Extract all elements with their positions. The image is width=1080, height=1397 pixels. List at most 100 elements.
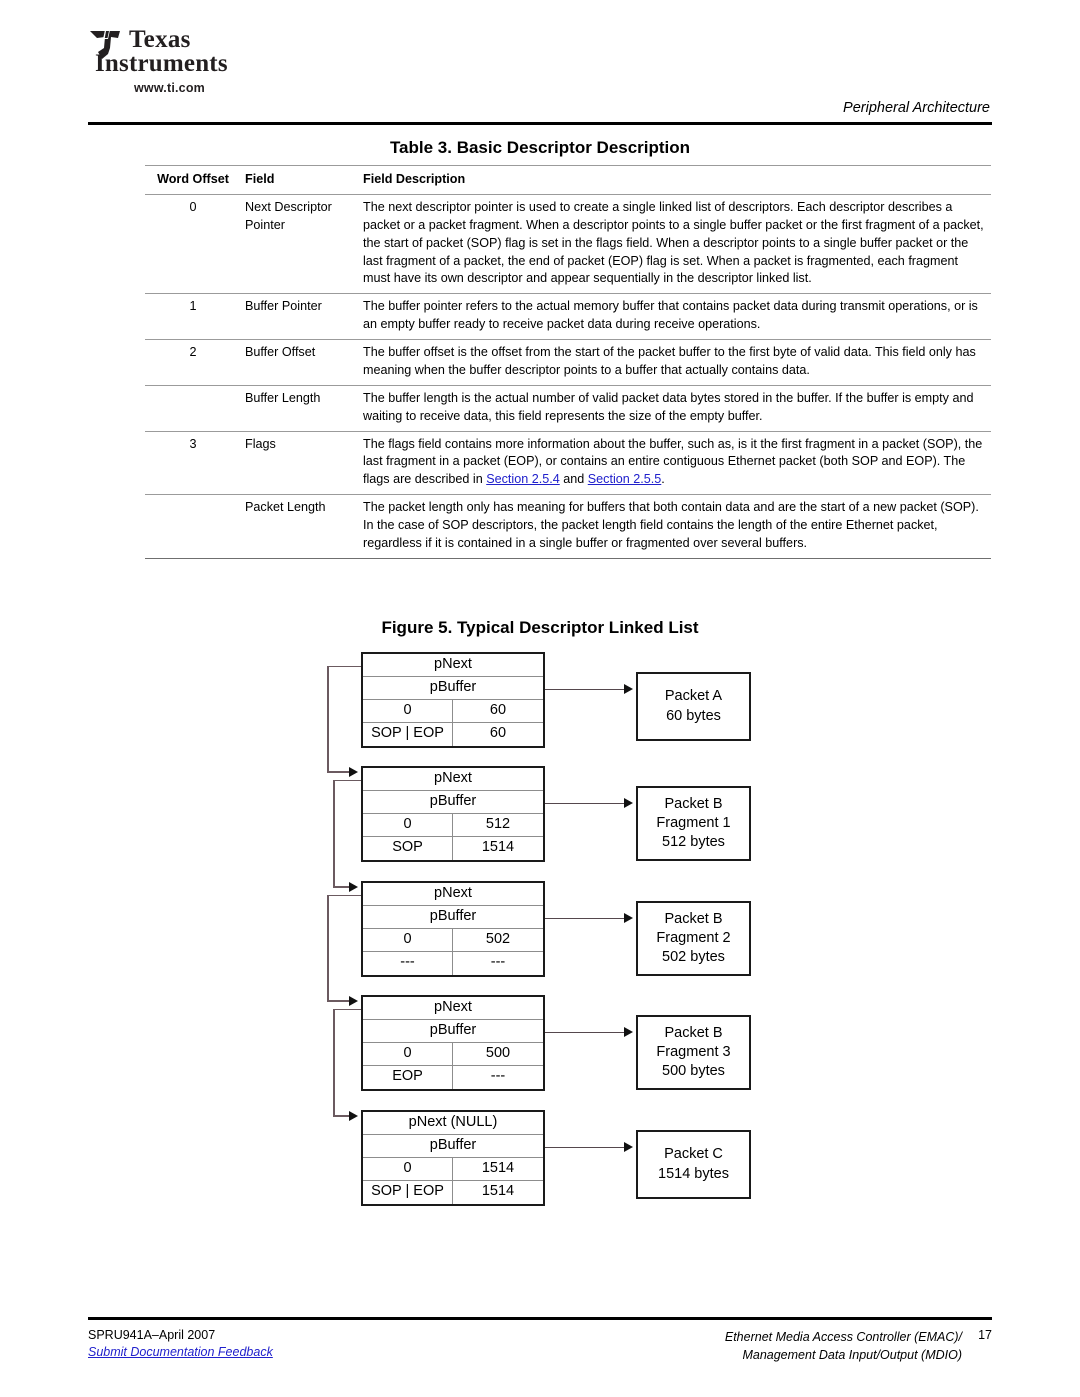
buffer-offset-value: 0 <box>363 1158 453 1180</box>
packet-box-1: Packet A 60 bytes <box>636 672 751 741</box>
buffer-length-value: 60 <box>489 702 507 718</box>
flags-desc-after: . <box>661 472 665 487</box>
pbuffer-label: pBuffer <box>429 1022 477 1038</box>
pnext-label: pNext <box>434 999 472 1015</box>
pnext-arrowhead-icon <box>349 766 358 777</box>
pbuffer-arrow-line <box>545 1031 625 1034</box>
pnext-arrowhead-icon <box>349 1110 358 1121</box>
cell-word-offset: 3 <box>145 430 245 495</box>
column-header-field: Field <box>245 165 363 195</box>
pnext-entry-line <box>333 886 350 888</box>
cell-description-flags: The flags field contains more informatio… <box>363 430 991 495</box>
pnext-vertical-line <box>327 665 329 771</box>
descriptor-box-2: pNext pBuffer 0 512 SOP 1514 <box>361 766 545 862</box>
pnext-label: pNext <box>434 656 472 672</box>
packet-box-2: Packet B Fragment 1 512 bytes <box>636 786 751 861</box>
buffer-length-value: 512 <box>485 816 511 832</box>
packet-box-line: 502 bytes <box>662 949 725 966</box>
descriptor-row-flags-packetlength: EOP --- <box>363 1066 543 1089</box>
packet-box-line: Packet B <box>664 1024 723 1041</box>
ti-logo: Texas Instruments www.ti.com <box>88 27 328 95</box>
descriptor-row-pnext: pNext <box>363 768 543 791</box>
pnext-exit-line <box>327 665 361 668</box>
cell-word-offset <box>145 494 245 559</box>
flags-desc-middle: and <box>559 472 588 487</box>
descriptor-row-offset-length: 0 512 <box>363 814 543 837</box>
packet-box-line: Packet C <box>664 1146 723 1163</box>
pnext-exit-line <box>333 1008 361 1011</box>
descriptor-row-pbuffer: pBuffer <box>363 677 543 700</box>
pnext-arrowhead-icon <box>349 881 358 892</box>
pnext-entry-line <box>327 771 350 773</box>
footer-page-number: 17 <box>978 1328 992 1342</box>
pbuffer-arrow-line <box>545 1146 625 1149</box>
descriptor-row-pbuffer: pBuffer <box>363 791 543 814</box>
cell-word-offset: 0 <box>189 199 197 214</box>
packet-box-line: Packet A <box>664 688 723 705</box>
header-rule <box>88 122 992 125</box>
pnext-vertical-line <box>333 779 335 886</box>
pnext-vertical-line <box>327 894 329 1000</box>
footer-doc-title-line1: Ethernet Media Access Controller (EMAC)/ <box>724 1330 962 1344</box>
pbuffer-arrowhead-icon <box>624 913 633 924</box>
column-header-field-description: Field Description <box>363 165 991 195</box>
table-row: Buffer Length The buffer length is the a… <box>145 384 991 431</box>
descriptor-row-pnext: pNext <box>363 883 543 906</box>
cell-field: Next Descriptor Pointer <box>245 199 332 232</box>
packet-length-value: --- <box>490 1068 506 1084</box>
descriptor-row-pbuffer: pBuffer <box>363 1135 543 1158</box>
packet-box-line: Fragment 3 <box>656 1043 731 1060</box>
pnext-exit-line <box>327 894 361 897</box>
table-row: 0 Next Descriptor Pointer The next descr… <box>145 194 991 293</box>
buffer-offset-value: 0 <box>363 700 453 722</box>
packet-length-value: 1514 <box>481 1183 515 1199</box>
pnext-vertical-line <box>333 1008 335 1115</box>
cell-description: The buffer offset is the offset from the… <box>363 339 991 386</box>
packet-box-line: Fragment 1 <box>656 814 731 831</box>
flags-value: EOP <box>363 1066 453 1089</box>
cell-description: The next descriptor pointer is used to c… <box>363 199 984 286</box>
descriptor-row-offset-length: 0 1514 <box>363 1158 543 1181</box>
pnext-arrowhead-icon <box>349 995 358 1006</box>
buffer-length-value: 1514 <box>481 1160 515 1176</box>
packet-length-value: 1514 <box>481 839 515 855</box>
flags-desc-text: The flags field contains more informatio… <box>363 436 983 487</box>
cell-field: Packet Length <box>245 494 363 559</box>
cell-field: Buffer Length <box>245 384 363 431</box>
submit-documentation-feedback-link[interactable]: Submit Documentation Feedback <box>88 1345 273 1359</box>
packet-length-value: --- <box>490 954 506 970</box>
descriptor-row-offset-length: 0 60 <box>363 700 543 723</box>
table-row: 3 Flags The flags field contains more in… <box>145 430 991 495</box>
packet-box-line: Fragment 2 <box>656 929 731 946</box>
cell-word-offset: 1 <box>145 293 245 340</box>
link-section-2-5-5[interactable]: Section 2.5.5 <box>588 472 662 486</box>
pnext-entry-line <box>333 1115 350 1117</box>
packet-box-4: Packet B Fragment 3 500 bytes <box>636 1015 751 1090</box>
cell-field: Buffer Offset <box>245 339 363 386</box>
column-header-word-offset: Word Offset <box>145 165 245 195</box>
pbuffer-arrowhead-icon <box>624 684 633 695</box>
flags-value: SOP | EOP <box>363 1181 453 1204</box>
pbuffer-label: pBuffer <box>429 1137 477 1153</box>
footer-doc-title: Ethernet Media Access Controller (EMAC)/… <box>725 1328 962 1364</box>
descriptor-row-flags-packetlength: SOP | EOP 60 <box>363 723 543 746</box>
packet-box-line: 512 bytes <box>662 834 725 851</box>
descriptor-row-flags-packetlength: SOP | EOP 1514 <box>363 1181 543 1204</box>
pnext-entry-line <box>327 1000 350 1002</box>
pnext-exit-line <box>333 779 361 782</box>
packet-box-5: Packet C 1514 bytes <box>636 1130 751 1199</box>
cell-description: The buffer length is the actual number o… <box>363 384 991 431</box>
ti-logo-line2: Instruments <box>95 49 228 77</box>
descriptor-row-pnext: pNext <box>363 654 543 677</box>
pbuffer-arrowhead-icon <box>624 798 633 809</box>
link-section-2-5-4[interactable]: Section 2.5.4 <box>486 472 560 486</box>
buffer-offset-value: 0 <box>363 929 453 951</box>
cell-field: Buffer Pointer <box>245 293 363 340</box>
flags-value: --- <box>363 952 453 975</box>
descriptor-row-flags-packetlength: SOP 1514 <box>363 837 543 860</box>
cell-description: The buffer pointer refers to the actual … <box>363 293 991 340</box>
pbuffer-arrow-line <box>545 802 625 805</box>
flags-value: SOP <box>363 837 453 860</box>
packet-box-3: Packet B Fragment 2 502 bytes <box>636 901 751 976</box>
buffer-length-value: 500 <box>485 1045 511 1061</box>
